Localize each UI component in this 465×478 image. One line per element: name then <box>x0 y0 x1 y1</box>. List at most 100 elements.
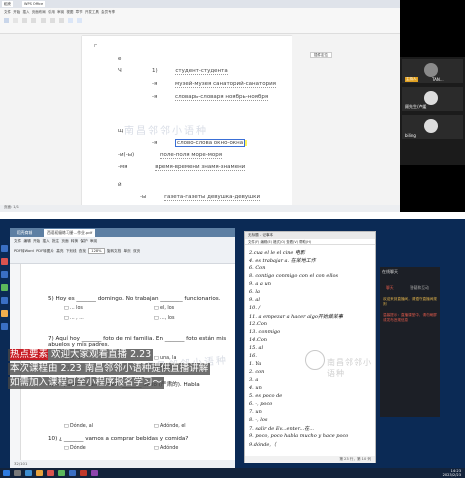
desktop-icon[interactable] <box>1 258 8 265</box>
chat-tabs: 聊天 答疑和互动 <box>380 285 440 293</box>
menu-view[interactable]: 视图 <box>66 10 73 14</box>
taskbar: 14:23 2023/2/23 <box>0 468 465 478</box>
format-painter-icon[interactable] <box>13 18 19 23</box>
underline-icon[interactable] <box>49 18 55 23</box>
find-icon[interactable] <box>77 18 82 23</box>
tab-wps[interactable]: WPS Office <box>22 1 46 7</box>
page-counter[interactable]: 32/101 <box>14 461 27 466</box>
menu-edit[interactable]: 编辑 <box>23 239 30 243</box>
pdf-toolbar: 文件 编辑 开始 插入 批注 页面 转换 保护 审阅 PDF转Word PDF转… <box>10 237 235 264</box>
menu-home[interactable]: 开始 <box>13 10 20 14</box>
tab-docer[interactable]: 稻壳 <box>2 1 13 7</box>
avatar <box>424 119 438 133</box>
selected-text[interactable]: слово-слова окно-окна <box>175 139 246 147</box>
option[interactable]: □ ... , ... <box>64 316 84 321</box>
tab-pdf-doc[interactable]: 西语初级练习册...作业.pdf <box>44 229 96 237</box>
rotate-button[interactable]: 旋转文档 <box>107 249 121 253</box>
align-icon[interactable] <box>58 18 64 23</box>
menu-layout[interactable]: 页面布局 <box>32 10 46 14</box>
menu-developer[interactable]: 开发工具 <box>85 10 99 14</box>
pdf-to-word-button[interactable]: PDF转Word <box>14 249 34 253</box>
watermark: 南昌邻邻小语种 <box>327 358 372 378</box>
italic-icon[interactable] <box>40 18 46 23</box>
desktop-icon[interactable] <box>1 245 8 252</box>
tab-bar: 稻壳 WPS Office <box>0 0 400 8</box>
desktop-icon[interactable] <box>1 297 8 304</box>
banner-line: 如需加入课程可至小程序报名学习～ <box>8 377 165 389</box>
find-button[interactable]: 查找 <box>79 249 86 253</box>
clock[interactable]: 14:23 2023/2/23 <box>443 469 461 477</box>
app-icon[interactable] <box>91 470 98 476</box>
menu-page[interactable]: 页面 <box>61 239 68 243</box>
menu-member[interactable]: 会员专享 <box>101 10 115 14</box>
start-icon[interactable] <box>3 470 10 476</box>
menu-convert[interactable]: 转换 <box>71 239 78 243</box>
note-line: 6. la <box>249 289 260 295</box>
desktop-icon[interactable] <box>1 284 8 291</box>
participant-name: 顾先生/卢媛 <box>405 104 427 109</box>
tab-docer-store[interactable]: 稻壳商城 <box>14 229 35 237</box>
margin-mark <box>94 44 97 47</box>
option[interactable]: □ el, los <box>154 306 174 311</box>
menu-insert[interactable]: 插入 <box>22 10 29 14</box>
zoom-field[interactable]: 128% <box>88 248 105 254</box>
note-line: 10. / <box>249 305 261 311</box>
double-page-button[interactable]: 双页 <box>133 249 140 253</box>
note-line: 9. al <box>249 297 260 303</box>
note-line: 4. es trabajar a. 在某地工作 <box>249 258 316 264</box>
single-page-button[interactable]: 单页 <box>124 249 131 253</box>
pdf-status-bar: 32/101 <box>10 460 235 468</box>
doc-line: е <box>118 56 122 62</box>
menu-insert[interactable]: 插入 <box>42 239 49 243</box>
logo-stamp-icon <box>305 350 325 370</box>
option[interactable]: □ ... los <box>64 306 83 311</box>
banner-line: 本次课程由 2.23 南昌邻邻小语种提供直播讲解 <box>8 363 211 375</box>
pdf-to-image-button[interactable]: PDF转图片 <box>36 249 54 253</box>
font-icon[interactable] <box>22 18 28 23</box>
tab-qa[interactable]: 答疑和互动 <box>410 285 429 291</box>
menu-review[interactable]: 审阅 <box>90 239 97 243</box>
video-tile[interactable]: 主持人 TAN... <box>402 59 463 83</box>
pdf-app-icon[interactable] <box>80 470 87 476</box>
page: 稻壳 WPS Office 文件 开始 插入 页面布局 引用 审阅 视图 章节 … <box>0 0 465 478</box>
option[interactable]: □ Adónde <box>154 446 178 451</box>
app-icon[interactable] <box>69 470 76 476</box>
underline-button[interactable]: 下划线 <box>66 249 77 253</box>
note-line: 2. con <box>249 369 265 375</box>
option[interactable]: □ Dónde, al <box>64 424 93 429</box>
style-icon[interactable] <box>67 18 73 23</box>
desktop-icons <box>0 239 10 439</box>
menu-file[interactable]: 文件 <box>14 239 21 243</box>
highlight-button[interactable]: 高亮 <box>56 249 63 253</box>
paste-icon[interactable] <box>4 18 9 23</box>
doc-line: -я слово-слова окно-окна <box>118 139 247 147</box>
tab-chat[interactable]: 聊天 <box>386 285 394 291</box>
avatar <box>424 91 438 105</box>
desktop-icon[interactable] <box>1 323 8 330</box>
search-icon[interactable] <box>14 470 21 476</box>
browser-icon[interactable] <box>25 470 32 476</box>
plugin-button[interactable]: 插件定位 <box>310 52 332 58</box>
desktop-icon[interactable] <box>1 271 8 278</box>
video-tile[interactable]: biling <box>402 115 463 139</box>
menu-file[interactable]: 文件 <box>4 10 11 14</box>
top-screenshot: 稻壳 WPS Office 文件 开始 插入 页面布局 引用 审阅 视图 章节 … <box>0 0 465 212</box>
menu-start[interactable]: 开始 <box>33 239 40 243</box>
host-badge: 主持人 <box>405 77 418 82</box>
menu-review[interactable]: 审阅 <box>57 10 64 14</box>
wechat-icon[interactable] <box>58 470 65 476</box>
desktop-icon[interactable] <box>1 310 8 317</box>
option[interactable]: □ ..., los <box>154 316 174 321</box>
bold-icon[interactable] <box>31 18 37 23</box>
option[interactable]: □ Adónde, el <box>154 424 186 429</box>
video-tile[interactable]: 顾先生/卢媛 <box>402 87 463 111</box>
participant-name: biling <box>405 133 416 138</box>
folder-icon[interactable] <box>36 470 43 476</box>
wps-icon[interactable] <box>47 470 54 476</box>
option[interactable]: □ Dónde <box>64 446 86 451</box>
notepad-menu[interactable]: 文件(F) 编辑(E) 格式(O) 查看(V) 帮助(H) <box>245 239 375 245</box>
menu-protect[interactable]: 保护 <box>80 239 87 243</box>
menu-section[interactable]: 章节 <box>76 10 83 14</box>
menu-annotate[interactable]: 批注 <box>52 239 59 243</box>
menu-references[interactable]: 引用 <box>48 10 55 14</box>
